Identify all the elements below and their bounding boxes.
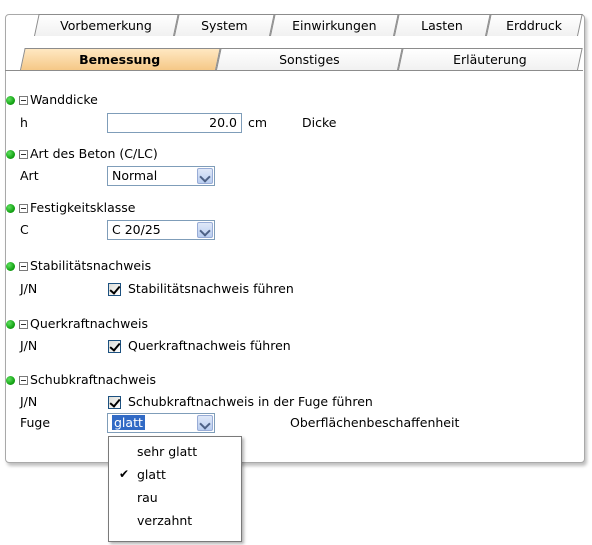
section-title: Stabilitätsnachweis (30, 258, 152, 273)
tab-label: Vorbemerkung (60, 18, 152, 33)
tab-divider (5, 70, 583, 71)
chevron-down-icon[interactable] (197, 415, 213, 431)
tab-label: Sonstiges (278, 52, 340, 67)
field-label: Fuge (20, 415, 51, 430)
select-value: C 20/25 (112, 222, 161, 237)
menu-item-rau[interactable]: rau (109, 486, 241, 509)
status-dot-icon (6, 204, 15, 213)
field-label: J/N (20, 281, 38, 296)
status-dot-icon (6, 96, 15, 105)
description-label: Dicke (302, 115, 337, 130)
fuge-dropdown-menu: sehr glatt ✔ glatt rau verzahnt (108, 436, 242, 542)
section-title: Querkraftnachweis (30, 316, 148, 331)
section-title: Schubkraftnachweis (30, 372, 156, 387)
festigkeitsklasse-select[interactable]: C 20/25 (107, 220, 215, 240)
tab-sonstiges[interactable]: Sonstiges (216, 48, 403, 70)
collapse-icon[interactable] (19, 262, 28, 271)
select-value: Normal (112, 168, 158, 183)
tab-erlaeuterung[interactable]: Erläuterung (398, 48, 583, 70)
chevron-down-icon[interactable] (197, 222, 213, 238)
tab-label: Lasten (421, 18, 463, 33)
tab-label: System (200, 18, 248, 33)
beton-art-select[interactable]: Normal (107, 166, 215, 186)
tab-label: Bemessung (79, 52, 161, 67)
collapse-icon[interactable] (19, 376, 28, 385)
schubkraft-checkbox[interactable] (108, 396, 121, 409)
tab-row-top: Vorbemerkung System Einwirkungen Lasten … (0, 14, 592, 38)
status-dot-icon (6, 150, 15, 159)
stabilitaet-checkbox[interactable] (108, 283, 121, 296)
collapse-icon[interactable] (19, 204, 28, 213)
checkbox-label: Querkraftnachweis führen (128, 338, 291, 353)
tab-system[interactable]: System (174, 14, 275, 36)
select-value: glatt (112, 415, 145, 430)
menu-item-label: glatt (137, 467, 166, 482)
menu-item-label: sehr glatt (137, 444, 198, 459)
tab-vorbemerkung[interactable]: Vorbemerkung (34, 14, 179, 36)
section-title: Art des Beton (C/LC) (30, 146, 158, 161)
field-label: C (20, 222, 29, 237)
field-label: J/N (20, 394, 38, 409)
collapse-icon[interactable] (19, 96, 28, 105)
status-dot-icon (6, 376, 15, 385)
status-dot-icon (6, 320, 15, 329)
tab-row-bottom: Bemessung Sonstiges Erläuterung (0, 48, 592, 72)
tab-lasten[interactable]: Lasten (394, 14, 491, 36)
tab-label: Einwirkungen (291, 18, 377, 33)
wanddicke-input[interactable]: 20.0 (107, 113, 242, 133)
checkbox-label: Stabilitätsnachweis führen (128, 281, 294, 296)
menu-item-label: rau (137, 490, 158, 505)
field-label: h (20, 115, 28, 130)
field-label: J/N (20, 338, 38, 353)
collapse-icon[interactable] (19, 320, 28, 329)
collapse-icon[interactable] (19, 150, 28, 159)
fuge-select[interactable]: glatt (107, 413, 215, 433)
tab-label: Erddruck (506, 18, 563, 33)
menu-item-glatt[interactable]: ✔ glatt (109, 463, 241, 486)
menu-item-verzahnt[interactable]: verzahnt (109, 509, 241, 532)
section-title: Wanddicke (30, 92, 98, 107)
description-label: Oberflächenbeschaffenheit (290, 415, 460, 430)
menu-item-sehr-glatt[interactable]: sehr glatt (109, 440, 241, 463)
tab-erddruck[interactable]: Erddruck (486, 14, 583, 36)
status-dot-icon (6, 262, 15, 271)
field-label: Art (20, 168, 39, 183)
unit-label: cm (248, 115, 268, 130)
tab-label: Erläuterung (453, 52, 527, 67)
section-title: Festigkeitsklasse (30, 200, 136, 215)
tab-bemessung[interactable]: Bemessung (20, 48, 221, 70)
chevron-down-icon[interactable] (197, 168, 213, 184)
tab-einwirkungen[interactable]: Einwirkungen (270, 14, 399, 36)
querkraft-checkbox[interactable] (108, 340, 121, 353)
checkbox-label: Schubkraftnachweis in der Fuge führen (128, 394, 373, 409)
menu-item-label: verzahnt (137, 513, 193, 528)
check-icon: ✔ (119, 467, 130, 481)
